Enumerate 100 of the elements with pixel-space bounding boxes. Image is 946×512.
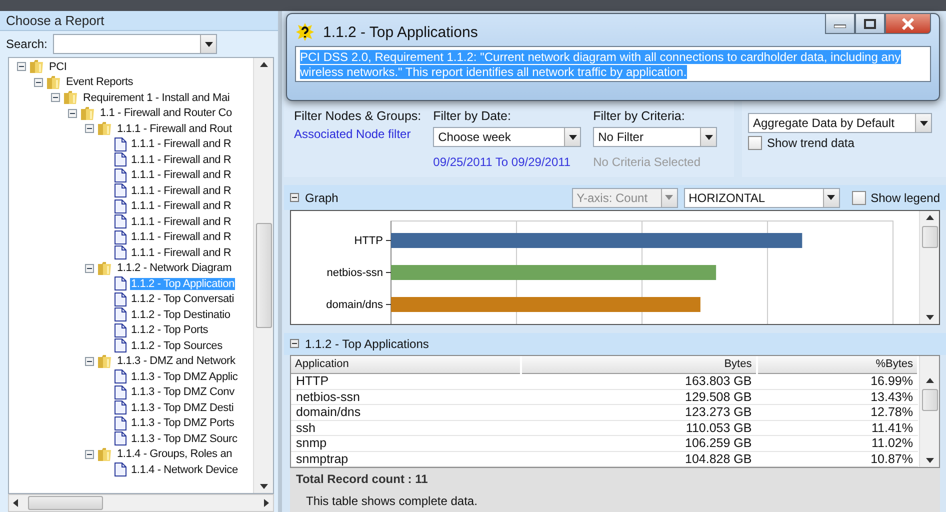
document-icon [114, 384, 127, 400]
tree-item[interactable]: 1.1.3 - Top DMZ Applic [130, 370, 239, 383]
tree-item[interactable]: 1.1.3 - Top DMZ Ports [130, 417, 236, 430]
trend-checkbox[interactable] [748, 136, 762, 150]
document-icon [114, 198, 127, 214]
axis-label: netbios-ssn [326, 267, 383, 280]
folder-icon [80, 106, 96, 121]
tree-item[interactable]: 1.1.1 - Firewall and R [130, 169, 232, 182]
close-button[interactable] [885, 13, 931, 34]
table-cell: 163.803 GB [520, 374, 757, 389]
collapse-icon[interactable] [34, 78, 43, 87]
tree-item[interactable]: 1.1.1 - Firewall and Rout [116, 122, 233, 135]
document-icon [114, 369, 127, 384]
criteria-dropdown[interactable]: No Filter [593, 127, 718, 147]
node-filter-link[interactable]: Associated Node filter [294, 127, 422, 141]
tree-item[interactable]: 1.1.3 - DMZ and Network [116, 355, 236, 368]
table-cell: 106.259 GB [520, 436, 757, 451]
collapse-icon[interactable] [17, 62, 26, 72]
help-icon [295, 22, 315, 42]
tree-item[interactable]: 1.1.3 - Top DMZ Sourc [130, 432, 238, 445]
week-dropdown[interactable]: Choose week [433, 127, 582, 147]
tree-item[interactable]: 1.1.4 - Groups, Roles an [116, 448, 234, 460]
tree-item[interactable]: 1.1.2 - Network Diagram [116, 262, 233, 274]
tree-item[interactable]: PCI [48, 60, 68, 73]
folder-icon [46, 74, 62, 90]
tree-item[interactable]: 1.1.1 - Firewall and R [130, 246, 232, 259]
horizontal-scrollbar[interactable] [8, 494, 274, 512]
document-icon [114, 416, 127, 431]
filter-label: Filter by Criteria: [593, 109, 686, 123]
tree-item[interactable]: Requirement 1 - Install and Mai [82, 92, 231, 104]
tree-item[interactable]: 1.1 - Firewall and Router Co [99, 107, 233, 120]
table-cell: domain/dns [291, 404, 521, 420]
tree-item[interactable]: 1.1.3 - Top DMZ Desti [130, 402, 235, 414]
maximize-button[interactable] [855, 13, 885, 34]
document-icon [114, 152, 127, 168]
table-cell: 16.99% [756, 374, 918, 389]
tree-item[interactable]: 1.1.1 - Firewall and R [130, 184, 232, 197]
table-cell: 13.43% [756, 389, 918, 404]
table-cell: 129.508 GB [520, 389, 757, 404]
maximize-icon [864, 18, 876, 28]
collapse-icon[interactable] [51, 93, 60, 102]
filter-label: Filter by Date: [433, 109, 512, 123]
column-header[interactable]: Bytes [520, 356, 757, 374]
section-title: 1.1.2 - Top Applications [305, 336, 429, 351]
dialog-title: 1.1.2 - Top Applications [323, 24, 478, 40]
criteria-status: No Criteria Selected [593, 155, 702, 169]
table-cell: 110.053 GB [520, 420, 757, 436]
vertical-scrollbar[interactable] [253, 58, 273, 493]
document-icon [114, 322, 127, 338]
legend-checkbox[interactable] [852, 190, 866, 205]
dropdown-icon[interactable] [200, 35, 216, 53]
table-cell: 11.02% [756, 436, 918, 451]
tree-item[interactable]: 1.1.1 - Firewall and R [130, 216, 232, 228]
column-header[interactable]: Application [291, 356, 521, 374]
axis-label: HTTP [354, 235, 383, 248]
tree-item[interactable]: 1.1.2 - Top Destinatio [130, 308, 232, 321]
record-count: Total Record count : 11 [296, 472, 429, 486]
collapse-icon[interactable] [85, 264, 94, 273]
folder-icon [97, 354, 113, 369]
close-icon [901, 18, 915, 30]
folder-icon [97, 260, 113, 276]
orientation-dropdown[interactable]: HORIZONTAL [684, 188, 840, 208]
checkbox-label: Show trend data [767, 136, 854, 150]
column-header[interactable]: %Bytes [756, 356, 918, 374]
tree-item[interactable]: Event Reports [65, 76, 134, 88]
tree-item[interactable]: 1.1.1 - Firewall and R [130, 231, 232, 244]
aggregate-dropdown[interactable]: Aggregate Data by Default [748, 113, 932, 133]
tree-item[interactable]: 1.1.2 - Top Sources [130, 340, 224, 352]
tree-item[interactable]: 1.1.1 - Firewall and R [130, 154, 232, 166]
collapse-icon[interactable] [68, 108, 77, 118]
search-label: Search: [6, 37, 48, 51]
folder-icon [29, 59, 45, 74]
table-note: This table shows complete data. [306, 494, 478, 508]
collapse-icon[interactable] [85, 124, 94, 134]
folder-icon [97, 121, 113, 136]
table-cell: 12.78% [756, 404, 918, 420]
tree-item[interactable]: 1.1.1 - Firewall and R [130, 200, 232, 212]
folder-icon [97, 446, 113, 462]
minimize-button[interactable] [825, 13, 855, 34]
tree-item[interactable]: 1.1.2 - Top Conversati [130, 293, 236, 306]
tree-item[interactable]: 1.1.4 - Network Device [130, 464, 239, 476]
document-icon [114, 400, 127, 416]
tree-item[interactable]: 1.1.3 - Top DMZ Conv [130, 386, 236, 398]
document-icon [114, 462, 127, 478]
document-icon [114, 307, 127, 322]
vertical-scrollbar[interactable] [919, 356, 939, 467]
search-field[interactable] [53, 34, 218, 54]
collapse-icon[interactable] [290, 339, 299, 348]
date-range: 09/25/2011 To 09/29/2011 [433, 155, 572, 169]
collapse-icon[interactable] [85, 356, 94, 366]
filter-label: Filter Nodes & Groups: [294, 109, 422, 123]
collapse-icon[interactable] [290, 193, 299, 202]
table-cell: 11.41% [756, 420, 918, 436]
axis-label: domain/dns [326, 299, 383, 312]
table-cell: HTTP [291, 374, 521, 389]
tree-item[interactable]: 1.1.2 - Top Ports [130, 324, 210, 336]
tree-item[interactable]: 1.1.1 - Firewall and R [130, 138, 232, 150]
vertical-scrollbar[interactable] [919, 211, 939, 324]
collapse-icon[interactable] [85, 450, 94, 459]
table-cell: snmp [291, 436, 521, 451]
